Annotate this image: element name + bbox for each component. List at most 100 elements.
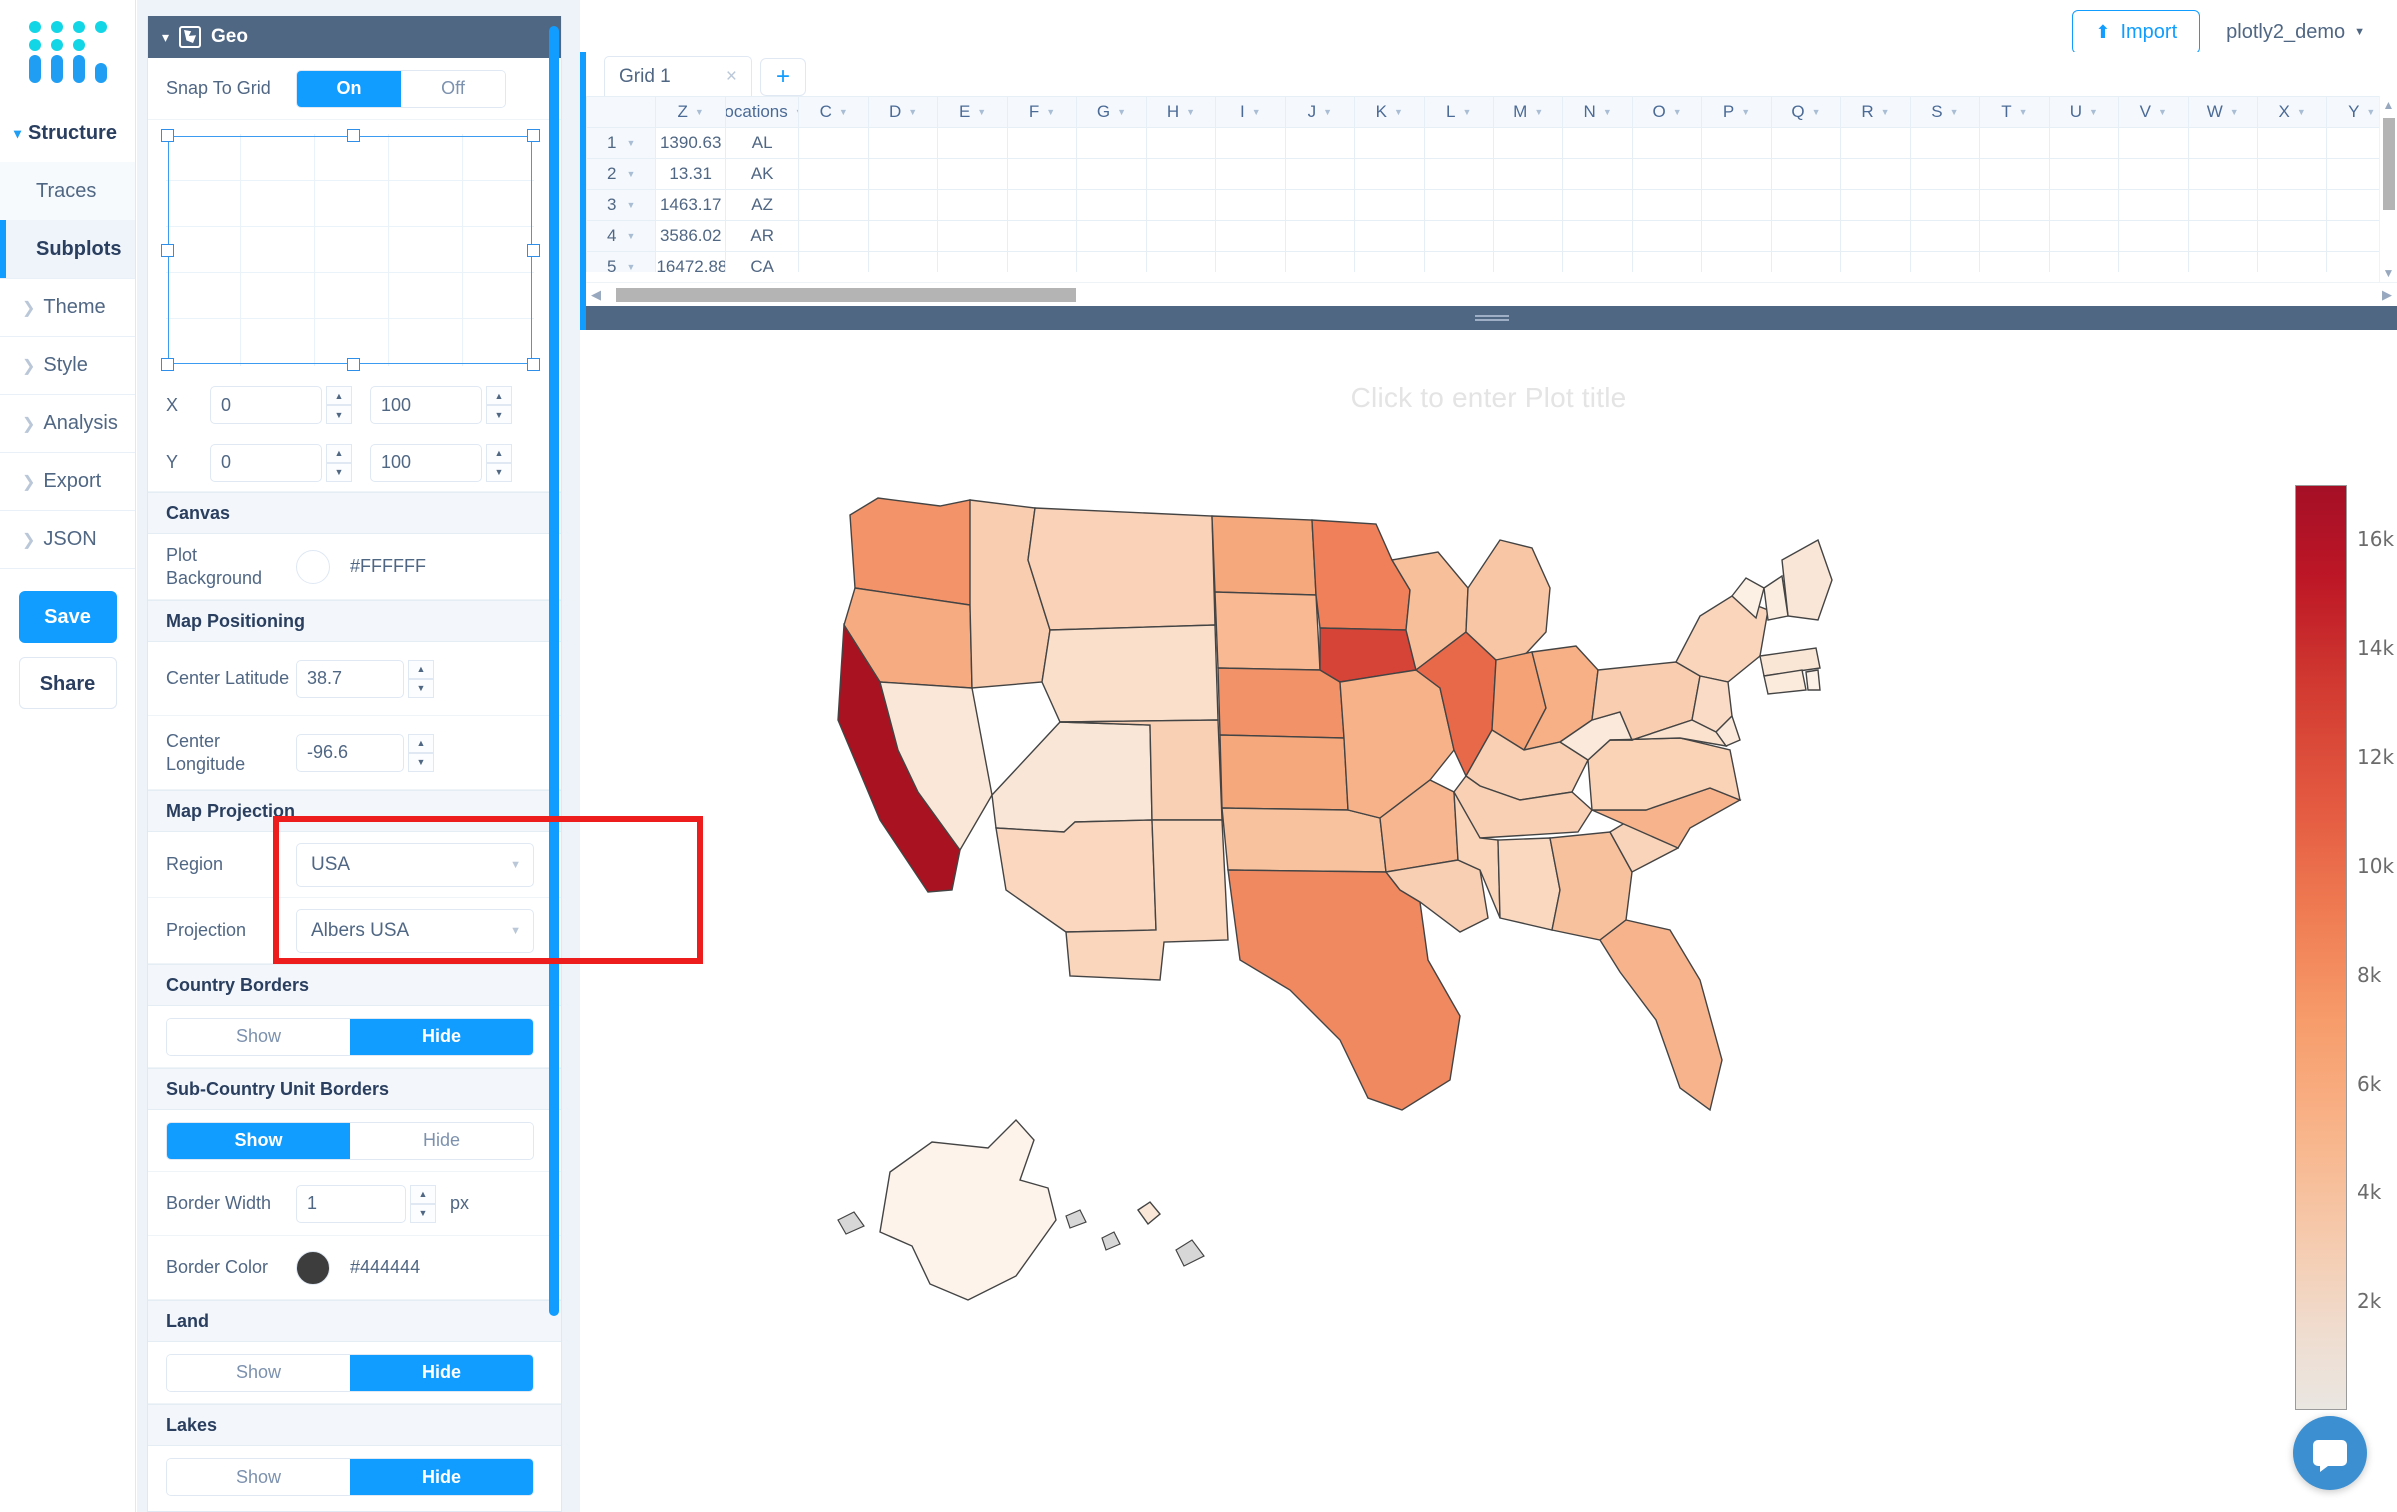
cell-empty[interactable] [1423, 158, 1494, 190]
cell-empty[interactable] [1909, 127, 1981, 159]
cell-empty[interactable] [1354, 251, 1425, 272]
chevron-down-icon[interactable]: ▼ [2230, 107, 2239, 117]
cell-empty[interactable] [1492, 220, 1564, 252]
map-state-AK[interactable] [879, 1118, 1057, 1301]
cell-empty[interactable] [937, 189, 1008, 221]
cell-locations[interactable]: CA [724, 251, 800, 272]
chevron-down-icon[interactable]: ▼ [1323, 107, 1332, 117]
row-header[interactable]: 5 ▼ [586, 251, 657, 272]
plot-background-swatch[interactable] [296, 549, 330, 584]
column-header[interactable]: W ▼ [2187, 96, 2258, 128]
chevron-down-icon[interactable]: ▼ [1673, 107, 1682, 117]
chevron-down-icon[interactable]: ▼ [2366, 107, 2375, 117]
cell-empty[interactable] [1284, 158, 1356, 190]
map-state-HI[interactable] [1137, 1201, 1161, 1226]
subplot-grid-preview[interactable] [148, 120, 561, 376]
scroll-left-icon[interactable]: ◀ [586, 287, 606, 303]
y-from-stepper[interactable]: ▲ ▼ [326, 443, 352, 482]
cell-empty[interactable] [1909, 220, 1981, 252]
column-header[interactable]: N ▼ [1562, 96, 1633, 128]
cell-empty[interactable] [1284, 127, 1356, 159]
cell-empty[interactable] [1145, 158, 1217, 190]
chevron-down-icon[interactable]: ▼ [695, 107, 704, 117]
cell-empty[interactable] [2256, 158, 2328, 190]
y-to-stepper[interactable]: ▲ ▼ [486, 443, 512, 482]
y-from-input[interactable]: 0 [210, 443, 322, 482]
cell-empty[interactable] [2048, 158, 2120, 190]
cell-empty[interactable] [1562, 189, 1633, 221]
chevron-down-icon[interactable]: ▼ [2158, 107, 2167, 117]
grid-resize-bar[interactable] [586, 306, 2397, 330]
hscroll-thumb[interactable] [616, 287, 1076, 302]
cell-empty[interactable] [1979, 251, 2050, 272]
cell-empty[interactable] [1076, 158, 1147, 190]
column-header[interactable]: E ▼ [937, 96, 1008, 128]
map-state-SD[interactable] [1214, 591, 1321, 671]
map-state-UT[interactable] [991, 721, 1153, 833]
close-icon[interactable]: × [726, 66, 737, 88]
cell-locations[interactable]: AZ [724, 189, 800, 221]
cell-empty[interactable] [2118, 127, 2189, 159]
projection-dropdown[interactable]: Albers USA ▼ [296, 908, 534, 953]
cell-empty[interactable] [2256, 251, 2328, 272]
cell-empty[interactable] [1076, 127, 1147, 159]
import-button[interactable]: ⬆ Import [2072, 10, 2201, 54]
chevron-down-icon[interactable]: ▼ [1950, 107, 1959, 117]
cell-empty[interactable] [1006, 158, 1078, 190]
cell-empty[interactable] [1701, 251, 1772, 272]
map-state-WA[interactable] [849, 497, 979, 606]
cell-empty[interactable] [937, 251, 1008, 272]
map-state-OK[interactable] [1221, 807, 1387, 873]
cell-empty[interactable] [1909, 158, 1981, 190]
cell-empty[interactable] [2187, 220, 2258, 252]
cell-empty[interactable] [1840, 127, 1911, 159]
cell-empty[interactable] [2256, 127, 2328, 159]
country-borders-show-option[interactable]: Show [167, 1018, 350, 1055]
cell-empty[interactable] [2256, 189, 2328, 221]
column-header[interactable]: locations▼ [724, 96, 800, 128]
chevron-down-icon[interactable]: ▼ [1534, 107, 1543, 117]
cell-empty[interactable] [1215, 127, 1286, 159]
lakes-hide-option[interactable]: Hide [350, 1459, 533, 1495]
center-latitude-stepper[interactable]: ▲ ▼ [408, 659, 434, 698]
cell-empty[interactable] [798, 220, 869, 252]
grid-tab[interactable]: Grid 1 × [604, 56, 752, 96]
column-header[interactable]: R ▼ [1840, 96, 1911, 128]
cell-empty[interactable] [937, 220, 1008, 252]
cell-empty[interactable] [937, 158, 1008, 190]
column-header[interactable]: C ▼ [798, 96, 869, 128]
snap-to-grid-toggle[interactable]: On Off [296, 69, 506, 108]
chevron-down-icon[interactable]: ▼ [1252, 107, 1261, 117]
cell-empty[interactable] [1979, 127, 2050, 159]
lakes-show-option[interactable]: Show [167, 1459, 350, 1495]
x-from-input[interactable]: 0 [210, 386, 322, 424]
cell-empty[interactable] [1492, 127, 1564, 159]
row-header[interactable]: 4 ▼ [586, 220, 657, 252]
map-state-MT[interactable] [1027, 507, 1216, 631]
cell-empty[interactable] [1492, 189, 1564, 221]
resize-handle-ml[interactable] [161, 244, 174, 257]
cell-empty[interactable] [1145, 127, 1217, 159]
border-color-swatch[interactable] [296, 1250, 330, 1285]
cell-empty[interactable] [2256, 220, 2328, 252]
column-header[interactable]: F ▼ [1006, 96, 1078, 128]
cell-empty[interactable] [1562, 220, 1633, 252]
cell-empty[interactable] [1840, 158, 1911, 190]
cell-locations[interactable]: AR [724, 220, 800, 252]
chevron-down-icon[interactable]: ▼ [1463, 107, 1472, 117]
chevron-down-icon[interactable]: ▼ [1741, 107, 1750, 117]
sub-country-borders-toggle[interactable]: Show Hide [166, 1121, 534, 1160]
scroll-right-icon[interactable]: ▶ [2377, 287, 2397, 303]
cell-empty[interactable] [1909, 189, 1981, 221]
resize-handle-br[interactable] [527, 358, 540, 371]
scroll-up-icon[interactable]: ▲ [2380, 98, 2397, 112]
cell-empty[interactable] [1076, 251, 1147, 272]
subplot-selection-rect[interactable] [168, 136, 532, 364]
cell-empty[interactable] [2048, 127, 2120, 159]
cell-empty[interactable] [867, 127, 939, 159]
map-state-ND[interactable] [1211, 515, 1317, 596]
cell-empty[interactable] [1284, 189, 1356, 221]
cell-empty[interactable] [1354, 189, 1425, 221]
cell-empty[interactable] [1909, 251, 1981, 272]
chevron-down-icon[interactable]: ▼ [1186, 107, 1195, 117]
